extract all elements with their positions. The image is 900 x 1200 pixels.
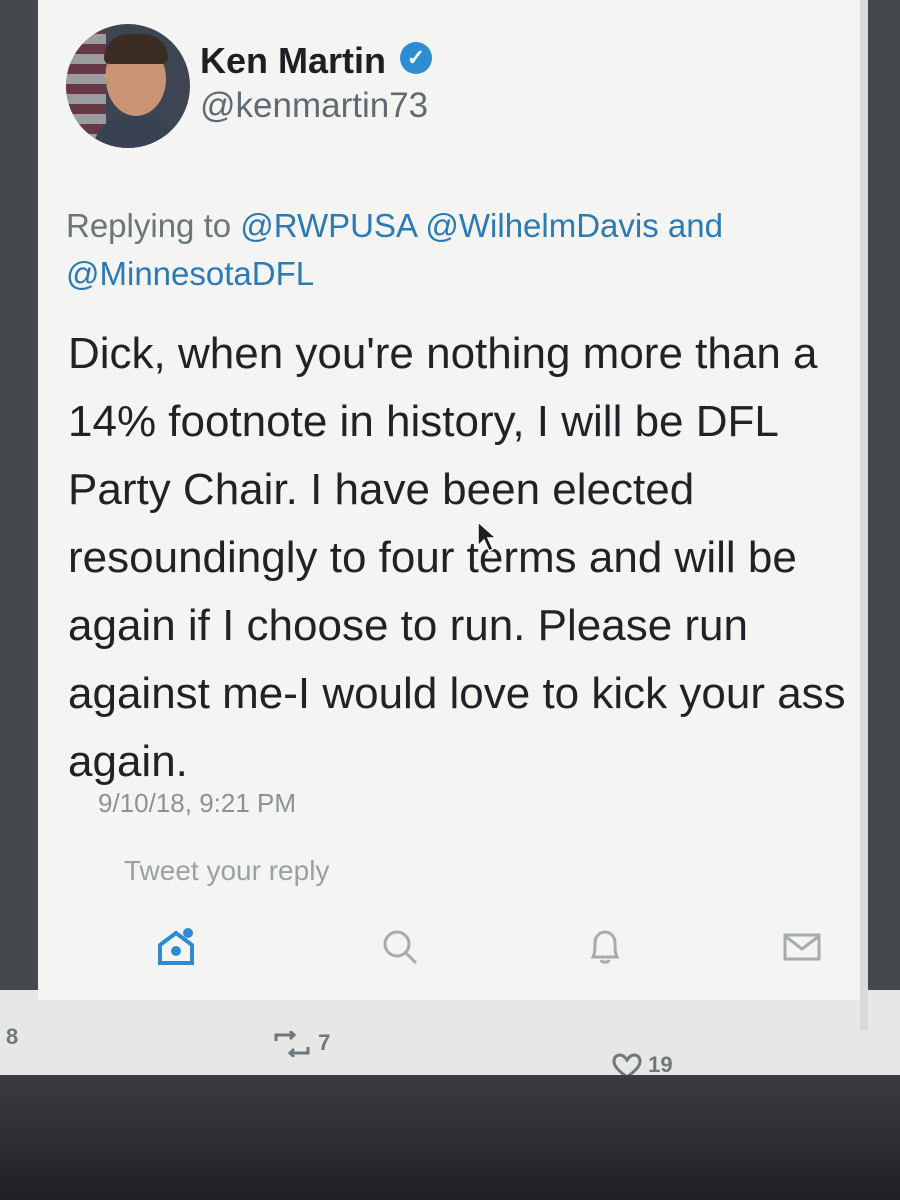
retweet-count: 7: [318, 1030, 331, 1055]
tweet-text-line: Party Chair. I have been elected: [68, 465, 695, 514]
search-icon[interactable]: [378, 925, 438, 985]
reply-input[interactable]: [100, 846, 824, 896]
timeline-behind: [0, 990, 900, 1080]
mention-link[interactable]: @RWPUSA: [240, 207, 416, 244]
tweet-text-line: again if I choose to run. Please run: [68, 601, 748, 650]
tweet-text-line: 14% footnote in history, I will be DFL: [68, 397, 779, 446]
mention-link[interactable]: @WilhelmDavis: [425, 207, 658, 244]
reply-context: Replying to @RWPUSA @WilhelmDavis and @M…: [66, 202, 826, 298]
bottom-nav: [78, 925, 868, 995]
like-count: 19: [648, 1052, 673, 1077]
mention-joiner[interactable]: and: [668, 207, 723, 244]
reply-prefix: Replying to: [66, 207, 232, 244]
user-handle[interactable]: @kenmartin73: [200, 86, 428, 126]
tweet-text-line: again.: [68, 737, 188, 786]
tweet-detail-card: Ken Martin ✓ @kenmartin73 Replying to @R…: [38, 0, 868, 1030]
retweet-action[interactable]: 7: [272, 1030, 331, 1059]
messages-icon[interactable]: [780, 925, 840, 985]
laptop-base: [0, 1075, 900, 1200]
tweet-text: Dick, when you're nothing more than a 14…: [68, 320, 858, 796]
tweet-text-line: Dick, when you're nothing more than a: [68, 329, 818, 378]
avatar[interactable]: [66, 24, 190, 148]
retweet-icon: [274, 1030, 310, 1059]
home-icon[interactable]: [154, 925, 214, 985]
tweet-text-line: against me-I would love to kick your ass: [68, 669, 846, 718]
timeline-count: 8: [6, 1024, 19, 1049]
reply-box[interactable]: [100, 846, 860, 906]
avatar-hair: [104, 34, 168, 64]
mouse-cursor-icon: [477, 520, 498, 553]
notifications-icon[interactable]: [583, 925, 643, 985]
tweet-text-line: resoundingly to four terms and will be: [68, 533, 797, 582]
mention-link[interactable]: @MinnesotaDFL: [66, 255, 314, 292]
display-name[interactable]: Ken Martin: [200, 40, 386, 82]
verified-badge-icon: ✓: [400, 42, 432, 74]
card-edge: [860, 0, 868, 1030]
tweet-timestamp[interactable]: 9/10/18, 9:21 PM: [98, 788, 296, 819]
